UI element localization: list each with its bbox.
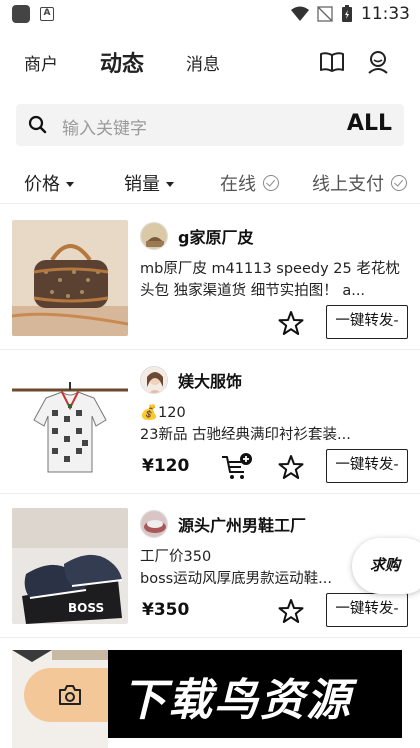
item-description: mb原厂皮 m41113 speedy 25 老花枕头包 独家渠道货 细节实拍图… [140,261,400,299]
notification-a-icon: A [40,7,54,21]
watermark-banner: 下载鸟资源 [108,650,402,738]
product-image-bag[interactable] [12,220,128,336]
feed-item[interactable]: g家原厂皮 mb原厂皮 m41113 speedy 25 老花枕头包 独家渠道货… [0,208,420,350]
one-click-forward-button[interactable]: 一键转发- [326,305,408,339]
filter-sales[interactable]: 销量 [124,170,174,196]
search-icon [28,115,47,134]
item-price: ¥120 [142,456,190,476]
svg-text:BOSS: BOSS [68,601,104,615]
top-nav: 商户 动态 消息 [0,40,420,84]
avatar[interactable] [140,510,168,538]
filter-sales-label: 销量 [124,174,160,195]
filter-bar: 价格 销量 在线 线上支付 [0,160,420,204]
search-all-button[interactable]: ALL [347,111,392,136]
seller-name[interactable]: 媄大服饰 [178,368,242,392]
search-placeholder[interactable]: 输入关键字 [62,114,147,139]
wifi-icon [291,6,309,21]
filter-online-label: 在线 [220,174,256,195]
camera-icon [59,685,81,705]
book-icon[interactable] [318,48,346,76]
user-icon[interactable] [364,48,392,76]
watermark-text: 下载鸟资源 [122,675,352,726]
caret-down-icon [66,181,74,187]
search-bar[interactable]: 输入关键字 ALL [16,104,404,146]
no-signal-icon [317,6,333,22]
item-price: ¥350 [142,600,190,620]
product-image-shirt[interactable] [12,364,128,480]
seller-name[interactable]: 源头广州男鞋工厂 [178,512,306,536]
tab-feed[interactable]: 动态 [100,46,144,78]
add-to-cart-icon[interactable] [220,452,252,480]
check-circle-icon [391,175,407,191]
tab-merchants[interactable]: 商户 [24,50,58,75]
item-description: boss运动风厚底男款运动鞋... [140,571,333,587]
filter-online-pay[interactable]: 线上支付 [312,170,407,196]
ask-buy-label: 求购 [370,556,401,574]
star-icon[interactable] [278,598,304,624]
product-image-shoes[interactable]: BOSS [12,508,128,624]
one-click-forward-button[interactable]: 一键转发- [326,449,408,483]
coin-price-text: 💰120 [140,405,186,421]
star-icon[interactable] [278,454,304,480]
avatar[interactable] [140,222,168,250]
check-circle-icon [263,175,279,191]
filter-price-label: 价格 [24,174,60,195]
seller-name[interactable]: g家原厂皮 [178,224,253,248]
filter-online[interactable]: 在线 [220,170,279,196]
status-bar: A 11:33 [0,0,420,30]
caret-down-icon [166,181,174,187]
clock-time: 11:33 [361,4,410,24]
avatar[interactable] [140,366,168,394]
notification-square-icon [12,5,30,23]
filter-price[interactable]: 价格 [24,170,74,196]
tab-messages[interactable]: 消息 [186,50,220,75]
ask-buy-button[interactable]: 求购 [352,538,420,594]
feed-item[interactable]: 媄大服饰 💰120 23新品 古驰经典满印衬衫套装... ¥120 一键转发- [0,352,420,494]
filter-online-pay-label: 线上支付 [312,174,384,195]
one-click-forward-button[interactable]: 一键转发- [326,593,408,627]
battery-icon [342,5,352,22]
item-description: 23新品 古驰经典满印衬衫套装... [140,427,351,443]
star-icon[interactable] [278,310,304,336]
